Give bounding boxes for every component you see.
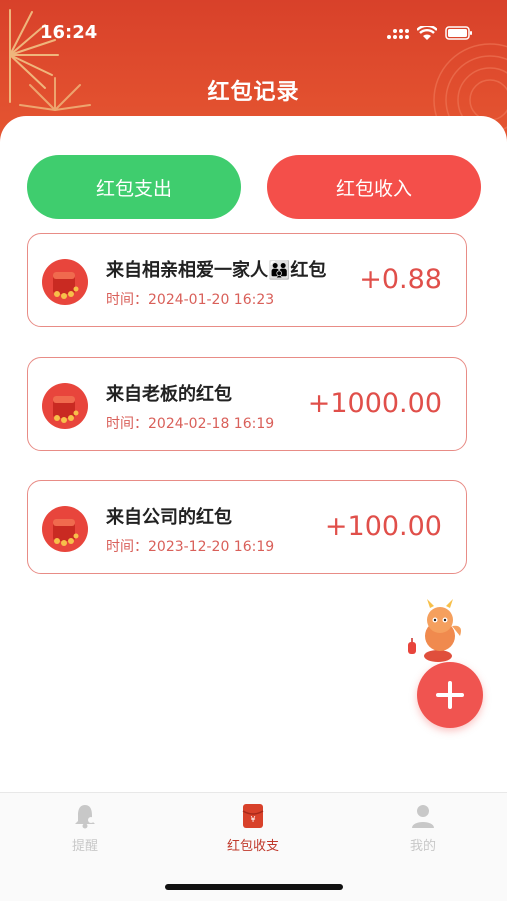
dragon-mascot-icon	[408, 599, 461, 662]
nav-tab-reminder[interactable]: 提醒	[30, 803, 140, 854]
record-card[interactable]: 来自老板的红包 时间：2024-02-18 16:19 +1000.00	[27, 357, 467, 451]
red-envelope-icon	[42, 383, 88, 429]
nav-tab-profile[interactable]: 我的	[368, 803, 478, 854]
home-indicator	[165, 884, 343, 890]
record-time: 时间：2024-01-20 16:23	[106, 292, 275, 308]
status-time: 16:24	[40, 22, 98, 43]
status-icons	[387, 22, 473, 44]
nav-label: 红包收支	[226, 839, 279, 854]
nav-label: 提醒	[71, 839, 98, 854]
battery-icon	[445, 26, 472, 40]
record-time: 时间：2024-02-18 16:19	[106, 416, 275, 432]
nav-tab-red-envelope[interactable]: ¥ 红包收支	[198, 803, 308, 854]
plus-icon	[436, 681, 464, 709]
red-envelope-icon: ¥	[242, 804, 264, 828]
nav-label: 我的	[409, 839, 436, 854]
tab-expense[interactable]: 红包支出	[27, 155, 241, 219]
record-title: 来自老板的红包	[106, 384, 232, 405]
page-title: 红包记录	[207, 80, 300, 105]
record-title: 来自公司的红包	[106, 507, 232, 528]
record-title: 来自相亲相爱一家人👪红包	[106, 260, 327, 281]
record-card[interactable]: 来自公司的红包 时间：2023-12-20 16:19 +100.00	[27, 480, 467, 574]
wifi-icon	[417, 25, 437, 40]
bell-icon	[75, 805, 95, 829]
record-card[interactable]: 来自相亲相爱一家人👪红包 时间：2024-01-20 16:23 +0.88	[27, 233, 467, 327]
red-envelope-icon	[42, 506, 88, 552]
record-amount: +100.00	[324, 511, 442, 542]
record-amount: +0.88	[359, 264, 442, 295]
record-time: 时间：2023-12-20 16:19	[106, 539, 275, 555]
record-amount: +1000.00	[307, 388, 442, 419]
red-envelope-icon	[42, 259, 88, 305]
add-button[interactable]	[417, 662, 483, 728]
user-icon	[412, 805, 434, 828]
svg-text:¥: ¥	[250, 815, 255, 824]
signal-icon	[387, 29, 409, 39]
tab-income[interactable]: 红包收入	[267, 155, 481, 219]
